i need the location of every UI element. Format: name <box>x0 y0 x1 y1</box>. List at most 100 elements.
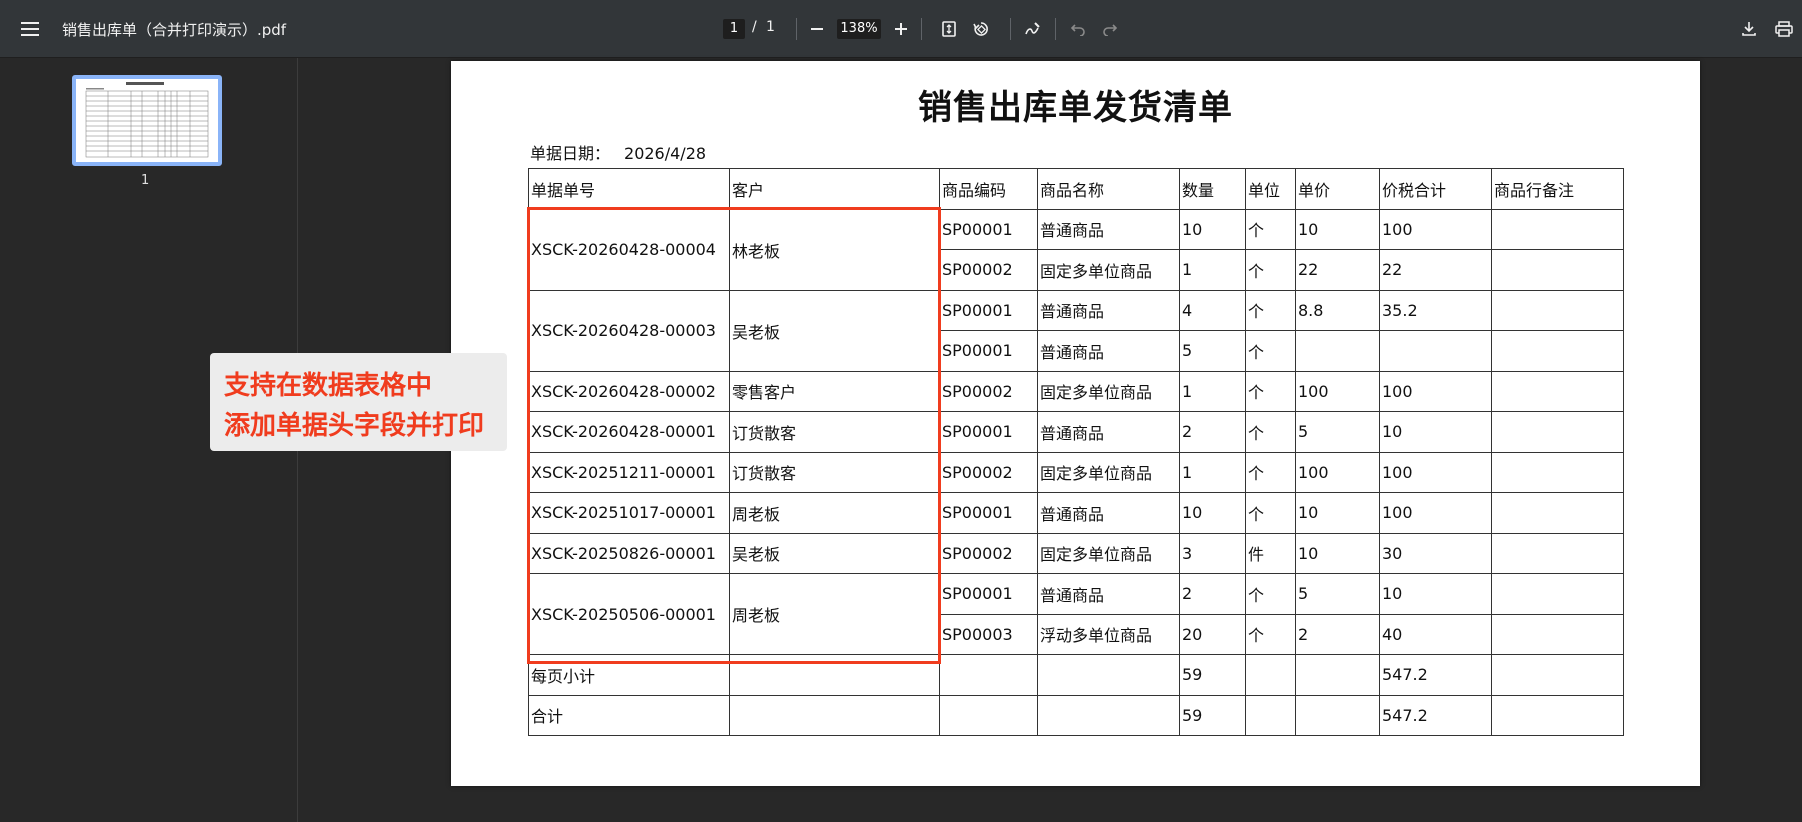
product-code-cell: SP00002 <box>939 370 1038 412</box>
fit-page-icon[interactable] <box>936 16 962 42</box>
product-code-cell: SP00001 <box>939 208 1038 250</box>
empty-cell <box>1491 694 1624 736</box>
rotate-icon[interactable] <box>968 16 994 42</box>
customer-cell: 吴老板 <box>729 289 940 372</box>
product-name-cell: 固定多单位商品 <box>1037 532 1180 574</box>
order-number-cell: XSCK-20260428-00001 <box>528 411 730 453</box>
order-number-cell: XSCK-20260428-00003 <box>528 289 730 372</box>
toolbar-divider <box>1055 18 1056 40</box>
unit-cell: 件 <box>1245 532 1296 574</box>
order-number-cell: XSCK-20260428-00004 <box>528 208 730 291</box>
product-name-cell: 普通商品 <box>1037 330 1180 372</box>
unit-cell: 个 <box>1245 451 1296 493</box>
total-label-cell: 合计 <box>528 694 730 736</box>
empty-cell <box>1295 654 1380 696</box>
unit-cell: 个 <box>1245 411 1296 453</box>
product-code-cell: SP00002 <box>939 249 1038 291</box>
empty-cell <box>1037 694 1180 736</box>
zoom-input[interactable]: 138% <box>837 19 881 39</box>
quantity-cell: 1 <box>1179 249 1246 291</box>
product-name-cell: 普通商品 <box>1037 492 1180 534</box>
unit-cell: 个 <box>1245 492 1296 534</box>
column-header: 商品行备注 <box>1491 168 1624 210</box>
empty-cell <box>1245 654 1296 696</box>
customer-cell: 订货散客 <box>729 411 940 453</box>
total-label-cell: 每页小计 <box>528 654 730 696</box>
remark-cell <box>1491 370 1624 412</box>
toolbar-divider <box>796 18 797 40</box>
empty-cell <box>939 694 1038 736</box>
amount-cell: 100 <box>1379 492 1492 534</box>
callout-line-2: 添加单据头字段并打印 <box>224 411 485 441</box>
product-code-cell: SP00001 <box>939 573 1038 615</box>
shipment-table: 单据单号 客户 商品编码 商品名称 数量 单位 单价 价税合计 商品行备注 XSCK-202604… <box>528 168 1624 736</box>
unit-cell: 个 <box>1245 370 1296 412</box>
product-code-cell: SP00001 <box>939 492 1038 534</box>
draw-icon[interactable] <box>1020 16 1046 42</box>
quantity-cell: 2 <box>1179 411 1246 453</box>
product-code-cell: SP00001 <box>939 411 1038 453</box>
table-row: XSCK-20260428-00001 订货散客 SP00001 普通商品 2 个 5 10 <box>528 411 1624 453</box>
unit-cell: 个 <box>1245 289 1296 331</box>
unit-price-cell: 100 <box>1295 370 1380 412</box>
quantity-cell: 1 <box>1179 370 1246 412</box>
amount-cell: 35.2 <box>1379 289 1492 331</box>
empty-cell <box>1245 694 1296 736</box>
column-header: 单位 <box>1245 168 1296 210</box>
order-number-cell: XSCK-20250826-00001 <box>528 532 730 574</box>
amount-cell: 100 <box>1379 451 1492 493</box>
product-code-cell: SP00002 <box>939 532 1038 574</box>
quantity-cell: 10 <box>1179 492 1246 534</box>
redo-icon[interactable] <box>1097 16 1123 42</box>
customer-cell: 周老板 <box>729 573 940 655</box>
page-thumbnail[interactable] <box>72 75 222 166</box>
remark-cell <box>1491 249 1624 291</box>
order-number-cell: XSCK-20250506-00001 <box>528 573 730 655</box>
table-row: XSCK-20260428-00002 零售客户 SP00002 固定多单位商品 1 个 1… <box>528 370 1624 412</box>
date-value: 2026/4/28 <box>624 144 707 163</box>
page-separator: / <box>752 19 757 35</box>
zoom-in-icon[interactable] <box>888 16 914 42</box>
product-name-cell: 普通商品 <box>1037 208 1180 250</box>
amount-cell: 10 <box>1379 411 1492 453</box>
order-number-cell: XSCK-20251211-00001 <box>528 451 730 493</box>
total-amount-cell: 547.2 <box>1379 654 1492 696</box>
remark-cell <box>1491 532 1624 574</box>
remark-cell <box>1491 492 1624 534</box>
remark-cell <box>1491 289 1624 331</box>
customer-cell: 吴老板 <box>729 532 940 574</box>
column-header: 商品编码 <box>939 168 1038 210</box>
amount-cell <box>1379 330 1492 372</box>
unit-price-cell: 10 <box>1295 532 1380 574</box>
undo-icon[interactable] <box>1065 16 1091 42</box>
table-row: XSCK-20251211-00001 订货散客 SP00002 固定多单位商品 1 个 1… <box>528 451 1624 493</box>
column-header: 单价 <box>1295 168 1380 210</box>
remark-cell <box>1491 573 1624 615</box>
page-number-input[interactable]: 1 <box>723 19 745 39</box>
quantity-cell: 2 <box>1179 573 1246 615</box>
product-code-cell: SP00002 <box>939 451 1038 493</box>
quantity-cell: 5 <box>1179 330 1246 372</box>
print-icon[interactable] <box>1771 16 1797 42</box>
toolbar-divider <box>921 18 922 40</box>
menu-icon[interactable] <box>18 17 42 41</box>
document-title: 销售出库单（合并打印演示）.pdf <box>62 21 287 39</box>
report-title: 销售出库单发货清单 <box>918 88 1233 128</box>
callout-note: 支持在数据表格中 添加单据头字段并打印 <box>210 353 507 451</box>
product-name-cell: 浮动多单位商品 <box>1037 613 1180 655</box>
product-name-cell: 普通商品 <box>1037 573 1180 615</box>
toolbar-divider <box>1010 18 1011 40</box>
total-quantity-cell: 59 <box>1179 694 1246 736</box>
unit-price-cell: 5 <box>1295 411 1380 453</box>
viewer-toolbar: 销售出库单（合并打印演示）.pdf 1 / 1 138% <box>0 0 1802 58</box>
remark-cell <box>1491 613 1624 655</box>
column-header: 价税合计 <box>1379 168 1492 210</box>
product-code-cell: SP00003 <box>939 613 1038 655</box>
order-number-cell: XSCK-20260428-00002 <box>528 370 730 412</box>
product-name-cell: 固定多单位商品 <box>1037 370 1180 412</box>
table-row: XSCK-20260428-00004 林老板 SP00001 普通商品 10 个 10 10… <box>528 208 1624 291</box>
zoom-out-icon[interactable] <box>804 16 830 42</box>
product-name-cell: 普通商品 <box>1037 411 1180 453</box>
download-icon[interactable] <box>1736 16 1762 42</box>
unit-price-cell: 2 <box>1295 613 1380 655</box>
